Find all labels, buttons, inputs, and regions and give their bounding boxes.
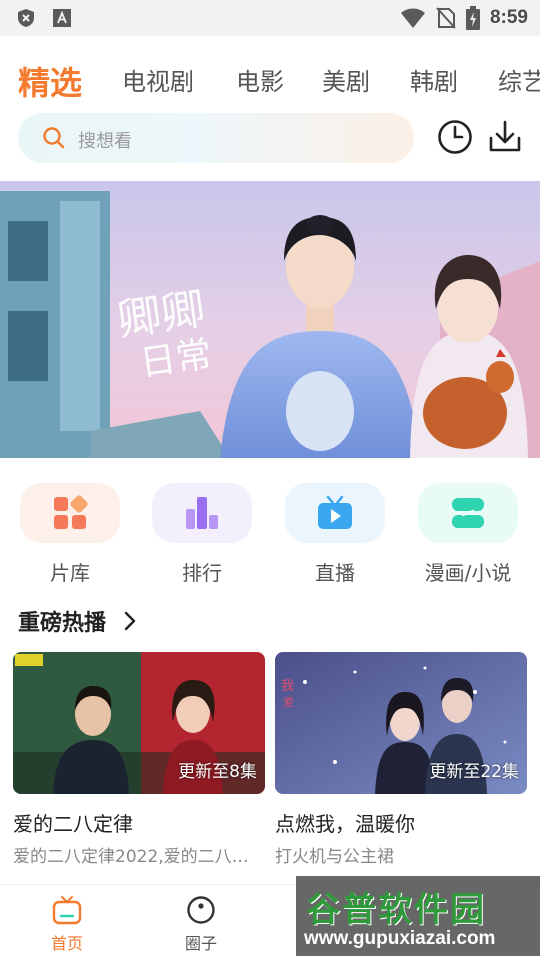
nav-circle[interactable]: 圈子 [166,895,236,955]
card-subtitle: 打火机与公主裙 [275,847,394,867]
circle-icon [187,896,215,924]
svg-text:爱: 爱 [283,696,294,709]
status-bar: 8:59 [0,0,540,36]
tab-movies[interactable]: 电影 [236,62,284,97]
watermark-overlay: 谷普软件园 www.gupuxiazai.com [296,876,540,956]
download-icon[interactable] [486,118,524,156]
watermark-text: 谷普软件园 [306,890,486,930]
wifi-icon [400,8,425,28]
clock-time: 8:59 [489,7,528,28]
tab-variety[interactable]: 综艺 [498,62,540,97]
tab-featured[interactable]: 精选 [18,58,82,104]
card-poster: 更新至8集 [13,652,265,794]
card-poster: 我 爱 更新至22集 [275,652,527,794]
library-tile [20,483,120,543]
card-title: 爱的二八定律 [13,812,133,836]
category-tabs: 精选 电视剧 电影 美剧 韩剧 综艺 [0,36,540,112]
episode-badge: 更新至8集 [178,762,257,782]
tab-us-series[interactable]: 美剧 [322,62,370,97]
quick-label-comic-novel: 漫画/小说 [424,561,512,585]
chevron-right-icon[interactable] [120,609,140,633]
section-title[interactable]: 重磅热播 [18,605,106,637]
card-title: 点燃我，温暖你 [275,812,415,836]
hero-banner[interactable]: 卿卿 日常 [0,181,540,458]
card-subtitle: 爱的二八定律2022,爱的二八定律 [13,847,265,867]
quick-entry-ranking[interactable]: 排行 [152,483,252,593]
shield-x-icon [18,9,34,27]
nav-circle-label: 圈子 [184,934,217,953]
svg-text:我: 我 [281,679,294,694]
no-sim-icon [436,7,456,29]
search-bar[interactable]: 搜想看 [18,113,414,163]
search-icon [43,127,65,149]
quick-entry-comic-novel[interactable]: 漫画/小说 [418,483,518,593]
nav-home[interactable]: 首页 [32,895,102,955]
comic-novel-tile [418,483,518,543]
battery-charging-icon [465,6,480,30]
library-grid-icon [54,495,88,529]
tab-korean-series[interactable]: 韩剧 [410,62,458,97]
quick-entry-library[interactable]: 片库 [20,483,120,593]
search-placeholder: 搜想看 [78,131,132,152]
quick-label-live: 直播 [315,561,355,585]
ranking-tile [152,483,252,543]
live-tile [285,483,385,543]
comic-novel-icon [452,498,484,528]
tab-tv-series[interactable]: 电视剧 [122,62,194,97]
home-tv-icon [52,896,82,925]
banner-image: 卿卿 日常 [0,181,540,458]
quick-label-library: 片库 [50,561,90,585]
nav-home-label: 首页 [50,934,83,953]
quick-entry-live[interactable]: 直播 [285,483,385,593]
live-tv-icon [318,495,352,529]
ranking-bars-icon [186,497,218,529]
history-clock-icon[interactable] [436,118,474,156]
watermark-url: www.gupuxiazai.com [304,928,496,949]
episode-badge: 更新至22集 [429,762,519,782]
font-a-icon [53,9,71,27]
quick-label-ranking: 排行 [182,561,222,585]
